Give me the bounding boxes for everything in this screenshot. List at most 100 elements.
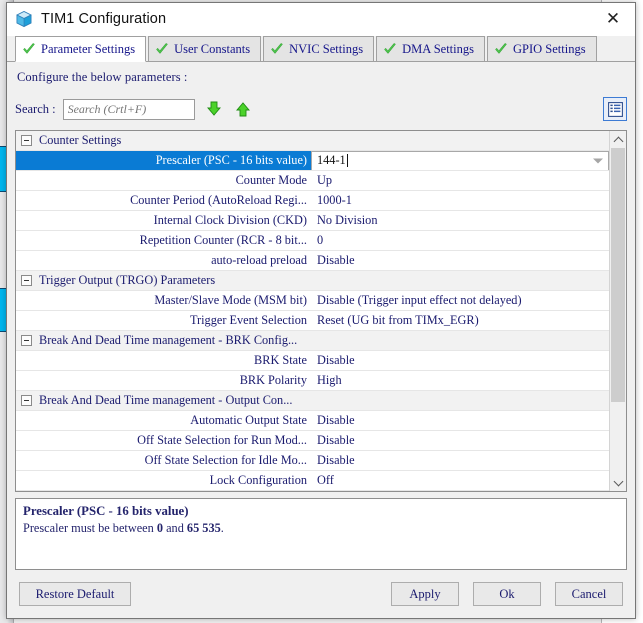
check-icon [270, 42, 284, 56]
param-name: Repetition Counter (RCR - 8 bit... [139, 233, 307, 247]
cancel-button[interactable]: Cancel [555, 582, 623, 606]
group-label: Trigger Output (TRGO) Parameters [39, 273, 216, 287]
list-view-icon[interactable] [603, 97, 627, 121]
tab-dma-settings[interactable]: DMA Settings [376, 36, 485, 61]
param-name-cell: auto-reload preload [16, 251, 311, 270]
param-value[interactable]: Disable [311, 453, 609, 468]
param-name: BRK Polarity [239, 373, 307, 387]
param-name: Internal Clock Division (CKD) [153, 213, 307, 227]
table-row[interactable]: auto-reload preload Disable [16, 251, 609, 271]
dialog-title: TIM1 Configuration [41, 11, 167, 27]
param-name-cell: Counter Mode [16, 171, 311, 190]
table-row[interactable]: Counter Period (AutoReload Regi... 1000-… [16, 191, 609, 211]
ok-button[interactable]: Ok [473, 582, 541, 606]
vertical-scrollbar[interactable] [609, 131, 626, 491]
group-header-brk-configuration[interactable]: Break And Dead Time management - BRK Con… [16, 331, 609, 351]
param-name: auto-reload preload [211, 253, 307, 267]
collapse-icon[interactable] [21, 135, 32, 146]
collapse-icon[interactable] [21, 335, 32, 346]
param-value[interactable]: 0 [311, 233, 609, 248]
arrow-up-icon[interactable] [233, 98, 253, 120]
description-text: Prescaler must be between 0 and 65 535. [23, 521, 619, 536]
table-row[interactable]: Lock Configuration Off [16, 471, 609, 491]
description-prefix: Prescaler must be between [23, 521, 157, 535]
param-value[interactable]: Up [311, 173, 609, 188]
table-row[interactable]: BRK Polarity High [16, 371, 609, 391]
table-row[interactable]: Internal Clock Division (CKD) No Divisio… [16, 211, 609, 231]
search-input[interactable] [62, 98, 195, 120]
tab-gpio-settings[interactable]: GPIO Settings [486, 36, 597, 61]
param-name-cell: Internal Clock Division (CKD) [16, 211, 311, 230]
param-value[interactable]: Disable [311, 353, 609, 368]
tab-label: NVIC Settings [289, 41, 364, 56]
param-name: Lock Configuration [209, 473, 307, 487]
table-row[interactable]: Trigger Event Selection Reset (UG bit fr… [16, 311, 609, 331]
table-row[interactable]: Prescaler (PSC - 16 bits value) 144-1 [16, 151, 609, 171]
tab-bar: Parameter Settings User Constants NVIC S… [7, 36, 635, 62]
param-name: Master/Slave Mode (MSM bit) [154, 293, 307, 307]
text-caret [346, 154, 348, 167]
param-name-cell: Prescaler (PSC - 16 bits value) [16, 151, 311, 170]
scrollbar-track[interactable] [610, 148, 626, 474]
description-conjunction: and [163, 521, 187, 535]
tab-user-constants[interactable]: User Constants [148, 36, 262, 61]
group-label: Counter Settings [39, 133, 122, 147]
tab-nvic-settings[interactable]: NVIC Settings [263, 36, 375, 61]
param-value[interactable]: No Division [311, 213, 609, 228]
description-max-value: 65 535 [186, 521, 221, 535]
param-name-cell: Repetition Counter (RCR - 8 bit... [16, 231, 311, 250]
collapse-icon[interactable] [21, 395, 32, 406]
close-icon[interactable]: ✕ [591, 3, 635, 35]
table-row[interactable]: Off State Selection for Idle Mo... Disab… [16, 451, 609, 471]
param-value-editor[interactable]: 144-1 [311, 151, 609, 170]
table-row[interactable]: Repetition Counter (RCR - 8 bit... 0 [16, 231, 609, 251]
group-header-trigger-output[interactable]: Trigger Output (TRGO) Parameters [16, 271, 609, 291]
param-value[interactable]: Disable [311, 433, 609, 448]
dialog-body: Configure the below parameters : Search … [7, 62, 635, 570]
table-row[interactable]: Counter Mode Up [16, 171, 609, 191]
table-row[interactable]: Off State Selection for Run Mod... Disab… [16, 431, 609, 451]
dialog-titlebar: TIM1 Configuration ✕ [7, 3, 635, 36]
group-header-output-configuration[interactable]: Break And Dead Time management - Output … [16, 391, 609, 411]
param-name-cell: Master/Slave Mode (MSM bit) [16, 291, 311, 310]
param-value[interactable]: High [311, 373, 609, 388]
param-name: Off State Selection for Idle Mo... [144, 453, 307, 467]
description-title: Prescaler (PSC - 16 bits value) [23, 504, 189, 518]
table-row[interactable]: Master/Slave Mode (MSM bit) Disable (Tri… [16, 291, 609, 311]
param-value[interactable]: Disable [311, 413, 609, 428]
param-name-cell: Automatic Output State [16, 411, 311, 430]
param-value[interactable]: 1000-1 [311, 193, 609, 208]
tab-label: User Constants [174, 41, 251, 56]
chevron-down-icon[interactable] [593, 158, 603, 163]
chevron-up-icon [613, 136, 623, 146]
group-header-counter-settings[interactable]: Counter Settings [16, 131, 609, 151]
table-row[interactable]: Automatic Output State Disable [16, 411, 609, 431]
check-icon [155, 42, 169, 56]
arrow-down-icon[interactable] [204, 98, 224, 120]
param-value[interactable]: Reset (UG bit from TIMx_EGR) [311, 313, 609, 328]
check-icon [494, 42, 508, 56]
param-value[interactable]: Off [311, 473, 609, 488]
tab-label: Parameter Settings [41, 41, 136, 56]
restore-default-button[interactable]: Restore Default [19, 582, 131, 606]
collapse-icon[interactable] [21, 275, 32, 286]
param-value[interactable]: Disable (Trigger input effect not delaye… [311, 293, 609, 308]
scrollbar-thumb[interactable] [611, 148, 625, 403]
table-row[interactable]: BRK State Disable [16, 351, 609, 371]
cube-icon [15, 10, 33, 28]
param-name: Trigger Event Selection [189, 313, 307, 327]
parameter-grid: Counter Settings Prescaler (PSC - 16 bit… [15, 130, 627, 492]
param-value[interactable]: Disable [311, 253, 609, 268]
tim1-configuration-dialog: TIM1 Configuration ✕ Parameter Settings … [6, 2, 636, 619]
scroll-up-button[interactable] [610, 131, 626, 148]
search-row: Search : [15, 94, 627, 124]
instruction-text: Configure the below parameters : [17, 70, 188, 84]
scroll-down-button[interactable] [610, 474, 626, 491]
tab-parameter-settings[interactable]: Parameter Settings [15, 36, 147, 62]
apply-button[interactable]: Apply [391, 582, 459, 606]
param-name: BRK State [254, 353, 307, 367]
param-name: Counter Period (AutoReload Regi... [130, 193, 307, 207]
group-label: Break And Dead Time management - BRK Con… [39, 333, 298, 347]
check-icon [22, 42, 36, 56]
param-name: Automatic Output State [190, 413, 307, 427]
